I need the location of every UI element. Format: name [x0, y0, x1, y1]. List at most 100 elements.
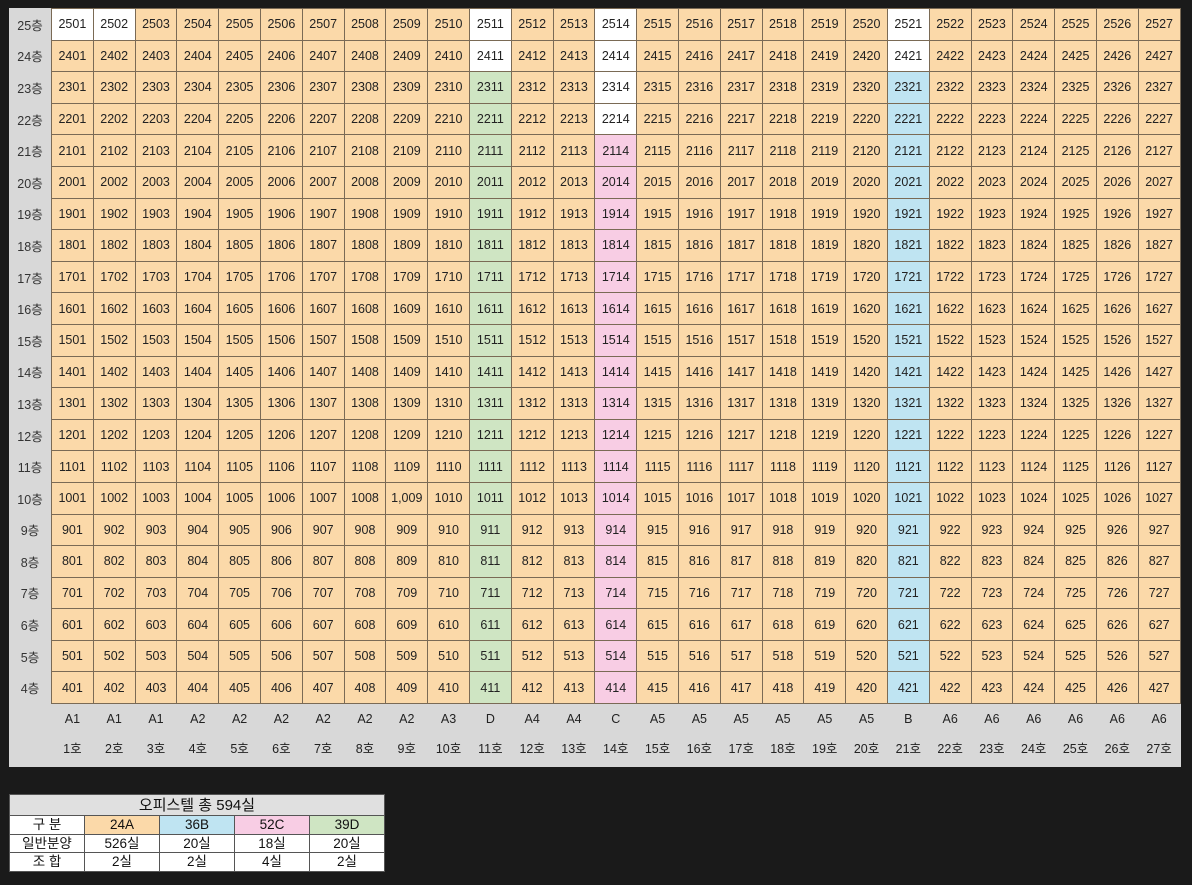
unit-cell: 1221 [886, 418, 930, 452]
line-number-label: 8호 [344, 733, 386, 763]
unit-cell: 908 [343, 513, 387, 547]
unit-cell: 1014 [594, 481, 638, 515]
floor-row: 10층 1001 1002 1003 1004 1005 1006 1007 1008 1,009… [9, 481, 1181, 515]
unit-cell: 1201 [51, 418, 94, 452]
unit-cell: 1123 [970, 450, 1014, 483]
floor-row: 14층 1401 1402 1403 1404 1405 1406 1407 1408 1409 1… [9, 355, 1181, 389]
unit-cell: 518 [761, 639, 805, 673]
unit-cell: 1314 [594, 387, 638, 420]
unit-type-label: A6 [971, 703, 1013, 734]
unit-cell: 402 [92, 671, 136, 705]
unit-cell: 2223 [970, 102, 1014, 136]
general-sale-label: 일반분양 [9, 833, 85, 853]
unit-cell: 819 [803, 545, 847, 578]
line-number-label: 13호 [553, 733, 595, 763]
unit-cell: 1905 [218, 197, 261, 231]
unit-cell: 616 [677, 608, 721, 641]
unit-cell: 1601 [51, 292, 94, 325]
unit-cell: 1001 [51, 481, 94, 515]
unit-cell: 1525 [1054, 323, 1097, 357]
unit-cell: 907 [301, 513, 345, 547]
unit-cell: 2125 [1054, 134, 1097, 167]
unit-cell: 717 [719, 576, 763, 610]
unit-cell: 2504 [176, 8, 220, 41]
unit-cell: 2206 [259, 102, 303, 136]
unit-cell: 1120 [845, 450, 888, 483]
unit-cell: 1020 [845, 481, 888, 515]
unit-cell: 1904 [176, 197, 220, 231]
unit-cell: 417 [719, 671, 763, 705]
unit-cell: 2211 [468, 102, 512, 136]
unit-cell: 2111 [468, 134, 512, 167]
unit-cell: 1219 [803, 418, 847, 452]
unit-cell: 1716 [677, 260, 721, 294]
unit-cell: 825 [1054, 545, 1097, 578]
summary-union-row: 조 합 2실 2실 4실 2실 [9, 852, 385, 872]
unit-cell: 1726 [1095, 260, 1139, 294]
unit-cell: 501 [51, 639, 94, 673]
unit-cell: 701 [51, 576, 94, 610]
unit-cell: 504 [176, 639, 220, 673]
unit-cell: 1625 [1054, 292, 1097, 325]
unit-cell: 1227 [1137, 418, 1181, 452]
unit-cell: 1412 [510, 355, 554, 389]
unit-cell: 1024 [1012, 481, 1056, 515]
unit-type-label: A4 [511, 703, 554, 734]
unit-cell: 620 [845, 608, 888, 641]
unit-cell: 1117 [719, 450, 763, 483]
unit-cell: 625 [1054, 608, 1097, 641]
unit-cell: 2503 [134, 8, 178, 41]
unit-cell: 1419 [803, 355, 847, 389]
unit-cell: 914 [594, 513, 638, 547]
unit-cell: 1903 [134, 197, 178, 231]
unit-cell: 817 [719, 545, 763, 578]
unit-cell: 513 [552, 639, 596, 673]
unit-cell: 415 [636, 671, 679, 705]
unit-cell: 1604 [176, 292, 220, 325]
unit-cell: 1815 [636, 229, 679, 262]
unit-cell: 726 [1095, 576, 1139, 610]
unit-cell: 1811 [468, 229, 512, 262]
unit-cell: 1409 [385, 355, 429, 389]
unit-cell: 624 [1012, 608, 1056, 641]
unit-cell: 1301 [51, 387, 94, 420]
unit-cell: 820 [845, 545, 888, 578]
unit-cell: 2313 [552, 71, 596, 104]
unit-cell: 508 [343, 639, 387, 673]
unit-cell: 1806 [259, 229, 303, 262]
unit-cell: 1708 [343, 260, 387, 294]
unit-cell: 1415 [636, 355, 679, 389]
unit-cell: 2505 [218, 8, 261, 41]
unit-cell: 927 [1137, 513, 1181, 547]
unit-cell: 1513 [552, 323, 596, 357]
unit-cell: 2012 [510, 165, 554, 199]
unit-cell: 1913 [552, 197, 596, 231]
unit-cell: 1222 [928, 418, 972, 452]
unit-cell: 2407 [301, 39, 345, 73]
floor-label: 17층 [9, 261, 52, 293]
unit-cell: 808 [343, 545, 387, 578]
unit-cell: 1612 [510, 292, 554, 325]
unit-cell: 822 [928, 545, 972, 578]
unit-cell: 1027 [1137, 481, 1181, 515]
unit-cell: 1901 [51, 197, 94, 231]
unit-cell: 2316 [677, 71, 721, 104]
unit-cell: 2527 [1137, 8, 1181, 41]
type-52c-header: 52C [234, 815, 310, 835]
unit-cell: 910 [427, 513, 470, 547]
unit-cell: 1816 [677, 229, 721, 262]
unit-cell: 2117 [719, 134, 763, 167]
unit-cell: 426 [1095, 671, 1139, 705]
unit-cell: 408 [343, 671, 387, 705]
unit-cell: 1925 [1054, 197, 1097, 231]
unit-cell: 1017 [719, 481, 763, 515]
unit-type-label: A5 [720, 703, 763, 734]
unit-cell: 1303 [134, 387, 178, 420]
unit-cell: 418 [761, 671, 805, 705]
unit-cell: 2008 [343, 165, 387, 199]
unit-cell: 2123 [970, 134, 1014, 167]
unit-cell: 2413 [552, 39, 596, 73]
floor-row: 24층 2401 2402 2403 2404 2405 2406 2407 2408 2409 2… [9, 39, 1181, 73]
unit-cell: 1103 [134, 450, 178, 483]
unit-cell: 1527 [1137, 323, 1181, 357]
